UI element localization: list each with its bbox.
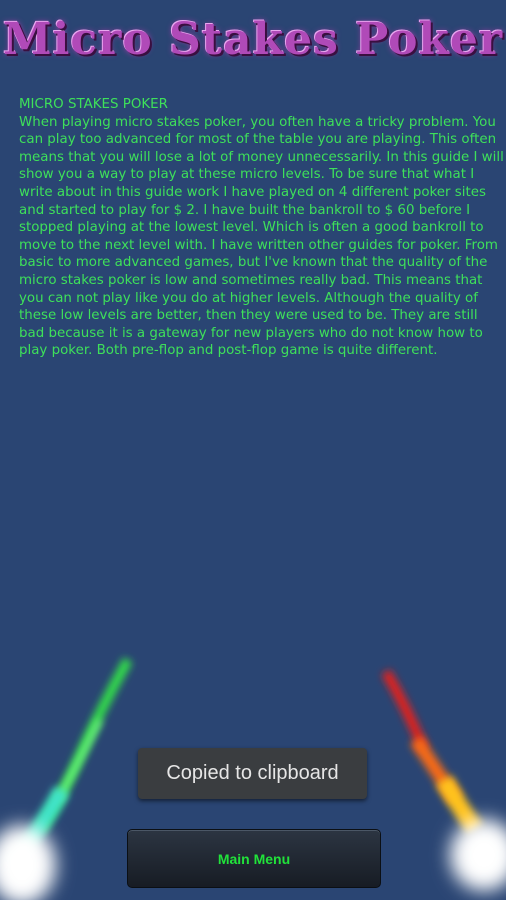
- green-firework-decoration: [0, 657, 133, 900]
- article-body: When playing micro stakes poker, you oft…: [19, 114, 504, 359]
- app-title: Micro Stakes Poker: [2, 14, 504, 65]
- main-menu-button[interactable]: Main Menu: [127, 829, 381, 888]
- guide-article: MICRO STAKES POKER When playing micro st…: [19, 96, 506, 360]
- toast-notification: Copied to clipboard: [138, 748, 367, 799]
- article-heading: MICRO STAKES POKER: [19, 97, 168, 112]
- red-firework-decoration: [381, 669, 506, 891]
